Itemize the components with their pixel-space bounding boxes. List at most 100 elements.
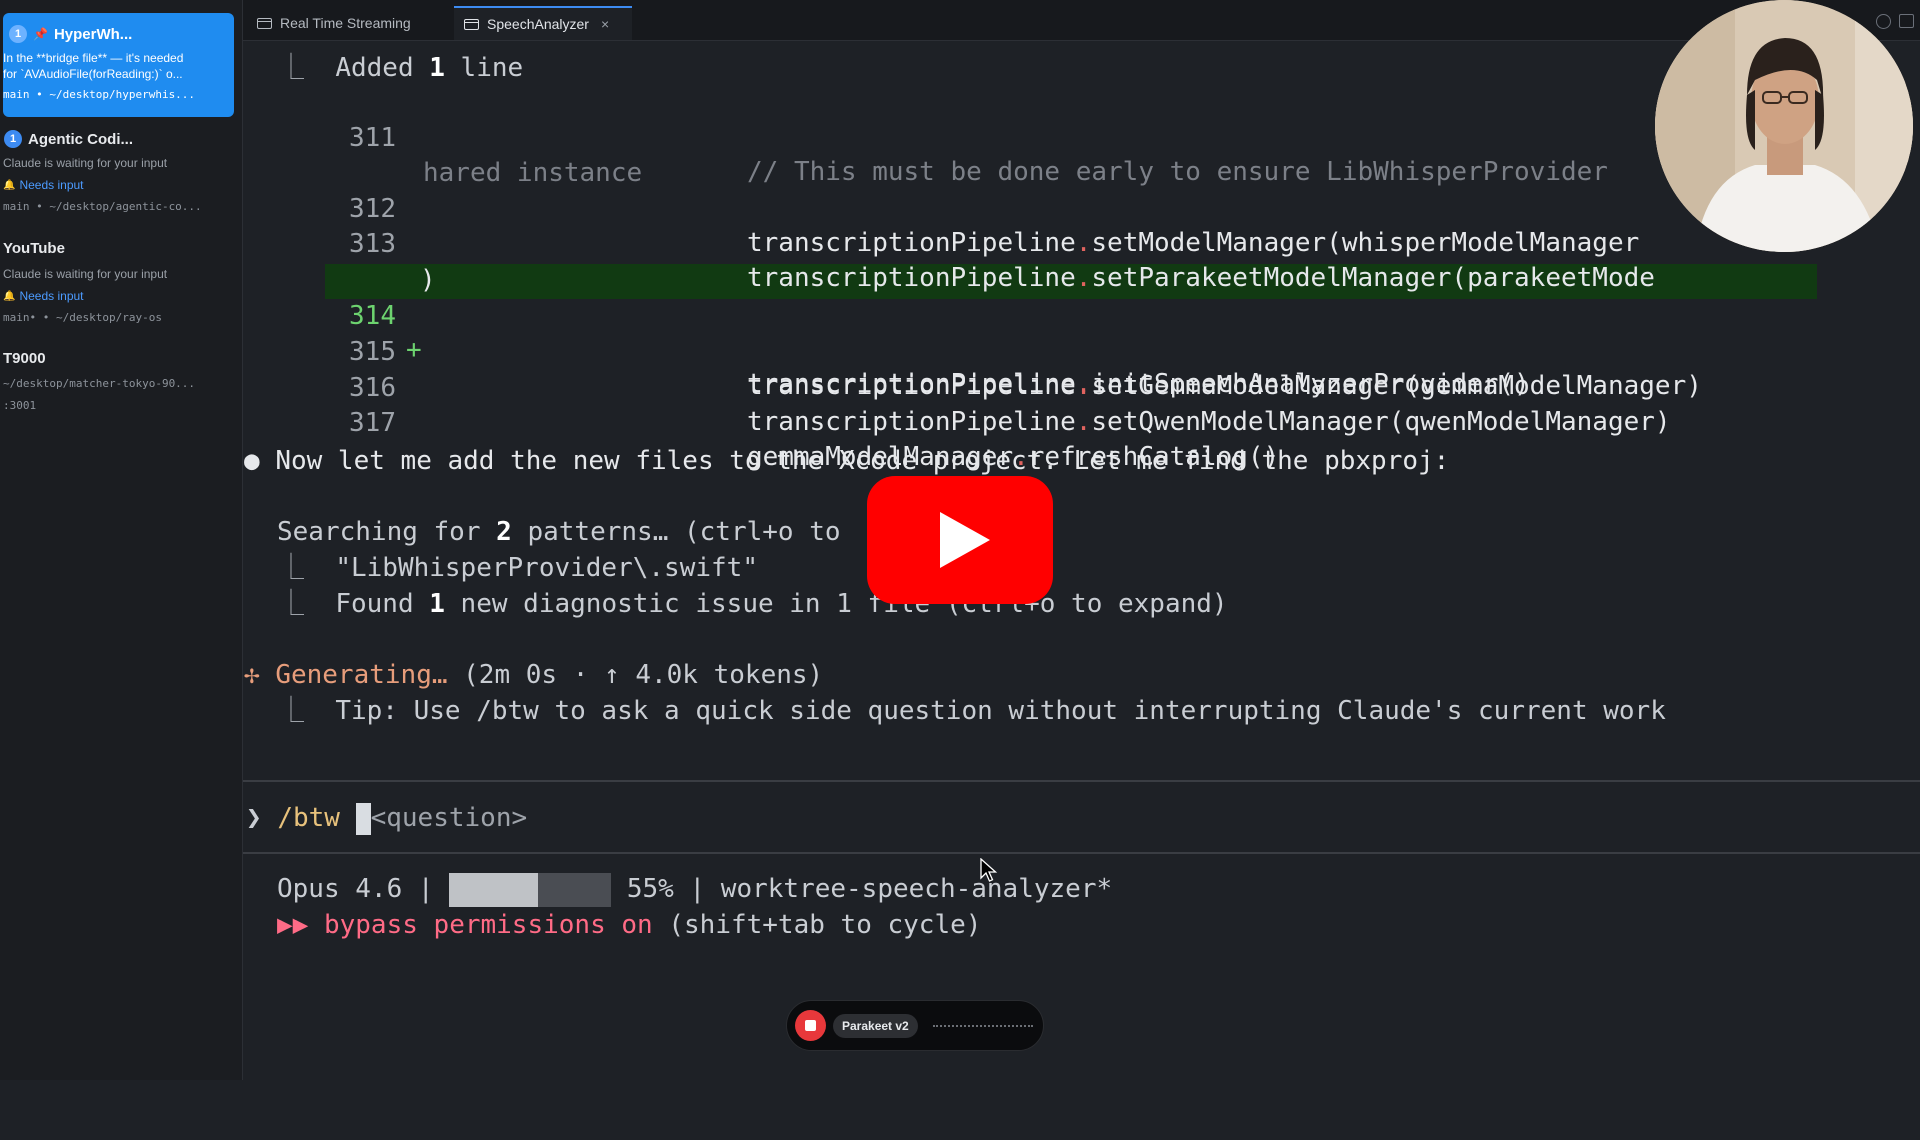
tab-label: SpeechAnalyzer [487, 16, 589, 32]
code-dot: . [1075, 228, 1092, 258]
diagnostic-text: new diagnostic issue in 1 file (ctrl+o t… [444, 589, 1228, 619]
prompt-placeholder: <question> [370, 803, 528, 833]
window-controls [1876, 14, 1914, 29]
model-chip[interactable]: Parakeet v2 [833, 1014, 918, 1038]
dictation-recorder: Parakeet v2 [786, 1000, 1044, 1051]
tree-branch-icon: ⎿ [278, 553, 305, 583]
code-line-continuation: hared instance [0, 122, 642, 188]
play-icon [940, 512, 990, 568]
notification-badge: 1 [9, 25, 27, 43]
message-text: Now let me add the new files to the Xcod… [275, 446, 1450, 476]
search-text: Searching for [277, 517, 497, 547]
prompt-divider-top [243, 780, 1920, 782]
prompt-input[interactable]: ❯ /btw <question> [246, 801, 527, 835]
line-number: 314 [349, 301, 396, 331]
close-icon[interactable]: × [601, 16, 609, 32]
split-view-icon[interactable] [1899, 14, 1914, 28]
model-name: Opus 4.6 [277, 874, 403, 904]
generating-stats: (2m 0s · ↑ 4.0k tokens) [447, 660, 824, 690]
code-line-313: 313 transcriptionPipeline.setParakeetMod… [0, 193, 1655, 293]
pin-icon: 📌 [33, 27, 48, 41]
diagnostic-count: 1 [429, 589, 445, 619]
tree-branch-icon: ⎿ [278, 696, 305, 726]
terminal-tab-icon [257, 17, 272, 29]
permissions-line: ▶▶ bypass permissions on (shift+tab to c… [277, 908, 981, 942]
search-count: 2 [496, 517, 512, 547]
stop-recording-button[interactable] [795, 1010, 826, 1041]
code-line-continuation: ) [0, 229, 436, 295]
code-dot: . [1075, 371, 1092, 401]
globe-icon[interactable] [1876, 14, 1891, 29]
line-number: 311 [349, 123, 396, 153]
tip-line: ⎿ Tip: Use /btw to ask a quick side ques… [278, 694, 1666, 728]
bypass-arrows-icon: ▶▶ [277, 910, 309, 940]
tab-label: Real Time Streaming [280, 15, 411, 31]
code-object: transcriptionPipeline [747, 263, 1076, 293]
line-number: 312 [349, 194, 396, 224]
edit-summary-count: 1 [429, 53, 445, 83]
mouse-pointer-icon [980, 858, 998, 882]
cycle-hint: (shift+tab to cycle) [652, 910, 982, 940]
branch-name: worktree-speech-analyzer* [720, 874, 1113, 904]
code-object: transcriptionPipeline [747, 228, 1076, 258]
code-call: setQwenModelManager(qwenModelManager) [1091, 407, 1671, 437]
webcam-overlay [1655, 0, 1913, 252]
edit-summary-text: Added [335, 53, 430, 83]
code-call: setParakeetModelManager(parakeetMode [1091, 263, 1655, 293]
search-status: Searching for 2 patterns… (ctrl+o to [277, 515, 841, 549]
code-call: setGemmaModelManager(gemmaModelManager) [1091, 371, 1702, 401]
search-text: patterns… (ctrl+o to [511, 517, 841, 547]
prompt-chevron-icon: ❯ [246, 803, 262, 833]
search-result: ⎿ "LibWhisperProvider\.swift" [278, 551, 758, 585]
search-result-text: "LibWhisperProvider\.swift" [335, 553, 758, 583]
line-number: 313 [349, 229, 396, 259]
edit-summary-text: line [444, 53, 524, 83]
generating-status: ✢ Generating… (2m 0s · ↑ 4.0k tokens) [244, 658, 823, 692]
tab-bar: Real Time Streaming SpeechAnalyzer × [243, 0, 1920, 41]
line-number: 315 [349, 337, 396, 367]
tip-text: Tip: Use /btw to ask a quick side questi… [335, 696, 1666, 726]
code-comment: // This must be done early to ensure Lib… [747, 157, 1608, 187]
status-separator: | [689, 874, 706, 904]
status-separator: | [417, 874, 434, 904]
tab-real-time-streaming[interactable]: Real Time Streaming [247, 6, 447, 40]
context-percent: 55% [626, 874, 674, 904]
code-object: transcriptionPipeline [747, 371, 1076, 401]
code-call: setModelManager(whisperModelManager [1091, 228, 1640, 258]
code-line-312: 312 transcriptionPipeline.setModelManage… [0, 158, 1639, 258]
context-usage-fill [449, 872, 539, 907]
code-object: transcriptionPipeline [747, 407, 1076, 437]
added-marker: + [406, 335, 422, 365]
message-bullet-icon: ● [244, 446, 260, 476]
generating-label: Generating… [275, 660, 448, 690]
tree-branch-icon: ⎿ [278, 53, 305, 83]
tree-branch-icon: ⎿ [278, 589, 305, 619]
bypass-permissions-label: bypass permissions on [323, 910, 653, 940]
edit-summary: ⎿ Added 1 line [278, 51, 523, 85]
session-title: HyperWh... [53, 25, 133, 43]
diagnostic-result: ⎿ Found 1 new diagnostic issue in 1 file… [278, 587, 1228, 621]
assistant-message: ● Now let me add the new files to the Xc… [244, 444, 1449, 478]
session-detail: In the **bridge file** — it's needed [3, 51, 184, 65]
code-line-314-added: 314 + transcriptionPipeline.initSpeechAn… [0, 265, 1530, 399]
session-detail: for `AVAudioFile(forReading:)` o... [3, 67, 183, 81]
diagnostic-text: Found [335, 589, 430, 619]
tab-speech-analyzer[interactable]: SpeechAnalyzer × [454, 6, 632, 40]
code-paren: ) [420, 265, 436, 295]
code-line-317: 317 gemmaModelManager.refreshCatalog() [0, 372, 1279, 472]
presenter-video [1655, 0, 1913, 252]
stop-icon [805, 1020, 816, 1031]
code-comment: hared instance [423, 158, 643, 188]
code-line-315: 315 transcriptionPipeline.setGemmaModelM… [0, 301, 1702, 401]
code-dot: . [1075, 263, 1092, 293]
terminal-tab-icon [464, 18, 479, 30]
prompt-command: /btw [277, 803, 340, 833]
line-number: 317 [349, 408, 396, 438]
audio-waveform [933, 1025, 1033, 1027]
spinner-icon: ✢ [244, 660, 260, 690]
code-line-311: 311 // This must be done early to ensure… [0, 87, 1608, 187]
line-number: 316 [349, 373, 396, 403]
context-usage-bar [449, 872, 612, 907]
text-cursor [355, 802, 371, 835]
youtube-play-button[interactable] [867, 476, 1053, 604]
